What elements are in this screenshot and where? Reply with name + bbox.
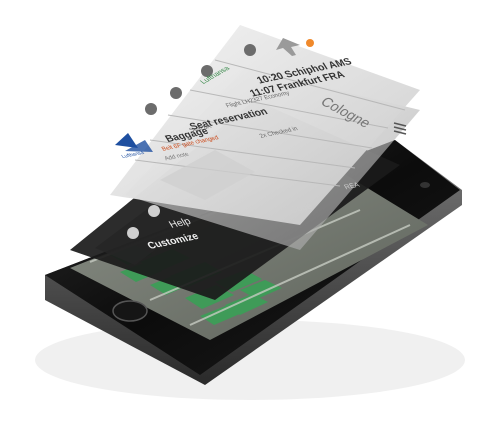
seat-icon bbox=[170, 87, 182, 99]
baggage-icon bbox=[145, 103, 157, 115]
notification-dot bbox=[306, 39, 314, 47]
phone-illustration bbox=[35, 25, 465, 400]
scene: Cologne Lufthansa 10:20 Schiphol AMS 11:… bbox=[0, 0, 500, 436]
flight-icon bbox=[244, 44, 256, 56]
camera bbox=[420, 182, 430, 188]
home-button bbox=[112, 300, 148, 322]
help-icon bbox=[148, 205, 160, 217]
customize-icon bbox=[127, 227, 139, 239]
brand-logo bbox=[115, 133, 153, 152]
